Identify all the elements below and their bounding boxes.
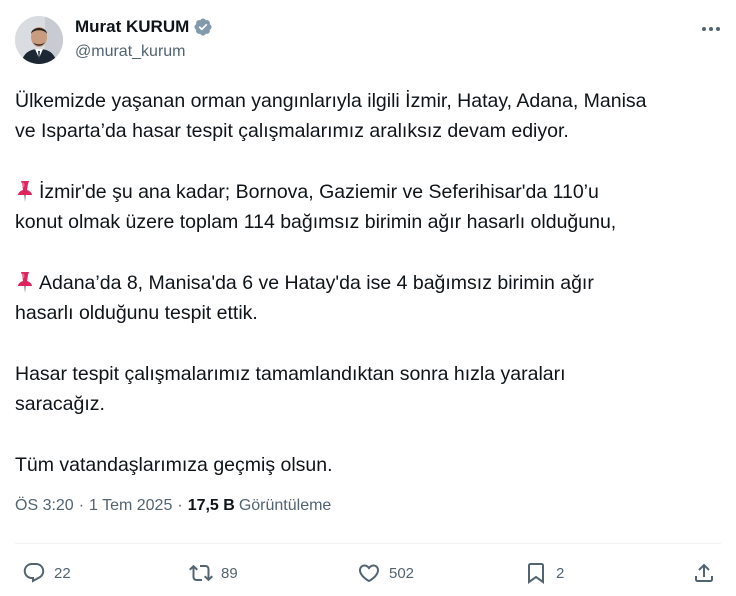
bookmark-count: 2 [556, 564, 565, 582]
bookmark-button[interactable]: 2 [524, 556, 564, 590]
share-icon [695, 563, 713, 582]
author-handle[interactable]: @murat_kurum [75, 43, 186, 61]
meta-separator: · [78, 497, 85, 514]
tweet-date[interactable]: 1 Tem 2025 [89, 497, 172, 515]
reply-button[interactable]: 22 [22, 556, 71, 590]
tweet-text: Ülkemizde yaşanan orman yangınlarıyla il… [15, 86, 721, 511]
repost-button[interactable]: 89 [189, 556, 238, 590]
reply-icon [23, 563, 45, 583]
tweet-time[interactable]: ÖS 3:20 [15, 497, 74, 515]
tweet-paragraph: Adana’da 8, Manisa'da 6 ve Hatay'da ise … [15, 268, 721, 328]
tweet-paragraph: Ülkemizde yaşanan orman yangınlarıyla il… [15, 86, 721, 146]
author-name-row[interactable]: Murat KURUM [75, 17, 213, 37]
reply-count: 22 [54, 564, 71, 582]
tweet-paragraph-text: Hasar tespit çalışmalarımız tamamlandıkt… [15, 363, 566, 415]
avatar[interactable] [15, 16, 63, 64]
views-count: 17,5 B [187, 497, 235, 514]
more-dots-icon [702, 27, 720, 31]
meta-separator: · [177, 497, 183, 514]
bookmark-icon [528, 563, 544, 584]
repost-icon [189, 564, 213, 582]
tweet-meta: ÖS 3:20 · 1 Tem 2025 · 17,5 B Görüntülem… [15, 497, 331, 515]
tweet-paragraph-text: Tüm vatandaşlarımıza geçmiş olsun. [15, 454, 333, 476]
like-button[interactable]: 502 [357, 556, 414, 590]
repost-count: 89 [221, 564, 238, 582]
avatar-image [15, 16, 63, 64]
divider [15, 543, 721, 544]
tweet-paragraph: Tüm vatandaşlarımıza geçmiş olsun. [15, 450, 721, 480]
heart-icon [358, 564, 380, 583]
tweet-paragraph: İzmir'de şu ana kadar; Bornova, Gaziemir… [15, 177, 721, 237]
author-name[interactable]: Murat KURUM [75, 17, 189, 37]
share-button[interactable] [692, 556, 716, 590]
action-bar: 22 89 502 2 [0, 556, 736, 590]
like-count: 502 [389, 564, 415, 582]
tweet-paragraph-text: Adana’da 8, Manisa'da 6 ve Hatay'da ise … [15, 272, 594, 324]
tweet-paragraph-text: Ülkemizde yaşanan orman yangınlarıyla il… [15, 90, 647, 142]
views-label: Görüntüleme [238, 497, 332, 514]
tweet-paragraph: Hasar tespit çalışmalarımız tamamlandıkt… [15, 359, 721, 419]
verified-badge-icon[interactable] [193, 17, 213, 37]
tweet-paragraph-text: İzmir'de şu ana kadar; Bornova, Gaziemir… [15, 181, 617, 233]
pushpin-icon [18, 181, 32, 202]
pushpin-icon [18, 272, 32, 293]
more-options-button[interactable] [698, 18, 724, 40]
tweet-card: Murat KURUM @murat_kurum Ülkemizde yaşan… [0, 0, 736, 596]
